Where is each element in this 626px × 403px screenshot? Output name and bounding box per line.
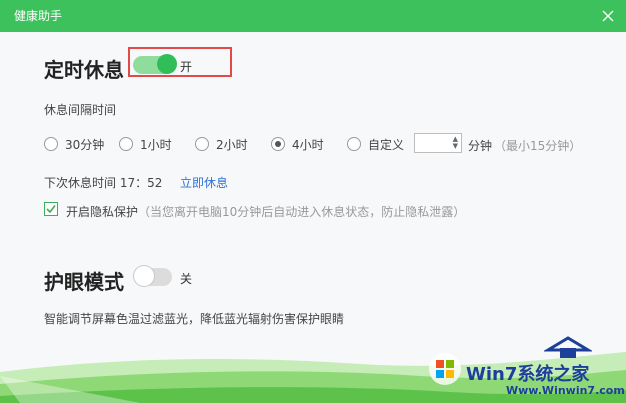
radio-circle-checked [271, 137, 285, 151]
interval-option-2h[interactable]: 2小时 [195, 136, 248, 152]
interval-option-30min[interactable]: 30分钟 [44, 136, 104, 152]
timed-rest-toggle[interactable] [133, 54, 177, 74]
next-rest-time: 下次休息时间 17：52 [44, 176, 163, 190]
radio-circle [347, 137, 361, 151]
toggle-knob [134, 266, 154, 286]
radio-circle [119, 137, 133, 151]
radio-label: 1小时 [140, 137, 172, 152]
eye-care-title: 护眼模式 [44, 270, 124, 294]
title-bar: 健康助手 [0, 0, 626, 32]
radio-circle [195, 137, 209, 151]
windows-logo-icon [429, 353, 461, 385]
rest-now-link[interactable]: 立即休息 [180, 174, 228, 191]
eye-care-toggle[interactable] [134, 266, 172, 286]
privacy-hint: （当您离开电脑10分钟后自动进入休息状态，防止隐私泄露） [138, 205, 466, 219]
radio-circle [44, 137, 58, 151]
toggle-knob [157, 54, 177, 74]
radio-label: 30分钟 [65, 137, 105, 152]
watermark-url: Www.Winwin7.com [506, 384, 625, 397]
eye-care-description: 智能调节屏幕色温过滤蓝光，降低蓝光辐射伤害保护眼睛 [44, 312, 345, 326]
radio-label: 4小时 [292, 137, 324, 152]
privacy-label: 开启隐私保护 [66, 205, 139, 219]
radio-label: 2小时 [216, 137, 248, 152]
custom-unit-label: 分钟 [468, 139, 493, 153]
interval-option-custom[interactable]: 自定义 [347, 136, 404, 152]
close-button[interactable] [598, 6, 618, 26]
house-logo-icon [544, 336, 592, 358]
interval-option-1h[interactable]: 1小时 [119, 136, 172, 152]
interval-option-4h[interactable]: 4小时 [271, 136, 324, 152]
privacy-checkbox[interactable] [44, 202, 58, 216]
custom-minutes-stepper[interactable]: ▲ ▼ [414, 133, 462, 153]
health-assistant-dialog: 健康助手 定时休息 开 休息间隔时间 30分钟 1小时 2小时 4小时 自定义 … [0, 0, 626, 403]
check-icon [46, 205, 56, 214]
window-title: 健康助手 [14, 9, 63, 23]
watermark-brand: Win7系统之家 [466, 364, 590, 385]
timed-rest-toggle-label: 开 [180, 60, 193, 74]
stepper-arrows-icon[interactable]: ▲ ▼ [453, 136, 458, 150]
interval-label: 休息间隔时间 [44, 103, 117, 117]
close-icon [602, 10, 614, 22]
custom-hint: （最小15分钟） [494, 139, 582, 153]
eye-care-toggle-label: 关 [180, 272, 193, 286]
timed-rest-title: 定时休息 [44, 58, 124, 82]
radio-label: 自定义 [368, 137, 405, 152]
